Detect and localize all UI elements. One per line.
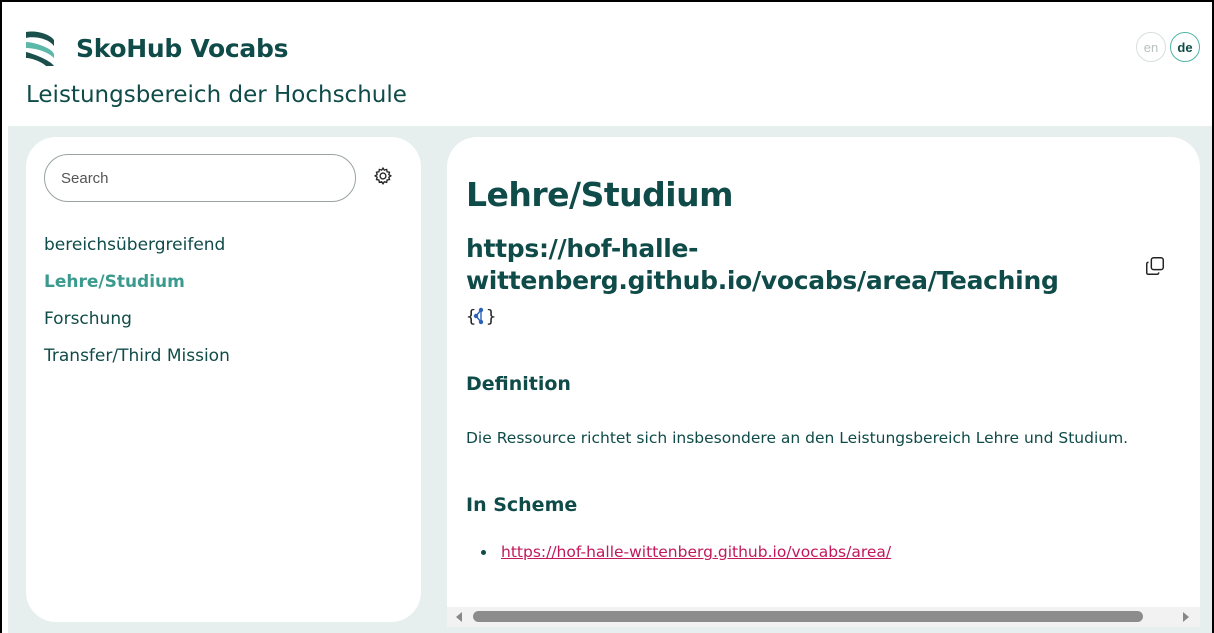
- list-item: https://hof-halle-wittenberg.github.io/v…: [497, 543, 891, 561]
- in-scheme-list: https://hof-halle-wittenberg.github.io/v…: [497, 543, 891, 561]
- scrollbar-thumb[interactable]: [473, 611, 1143, 622]
- tree-item-transfer[interactable]: Transfer/Third Mission: [44, 344, 230, 381]
- json-ld-icon[interactable]: { }: [466, 305, 496, 327]
- definition-text: Die Ressource richtet sich insbesondere …: [466, 429, 1129, 447]
- concept-uri: https://hof-halle-wittenberg.github.io/v…: [466, 234, 1059, 295]
- concept-tree: bereichsübergreifend Lehre/Studium Forsc…: [44, 233, 230, 381]
- definition-heading: Definition: [466, 373, 571, 395]
- tree-item-lehre-studium[interactable]: Lehre/Studium: [44, 270, 230, 307]
- scroll-right-icon[interactable]: [1183, 612, 1189, 622]
- scheme-link[interactable]: https://hof-halle-wittenberg.github.io/v…: [501, 543, 891, 561]
- gear-icon[interactable]: [373, 166, 393, 186]
- sidebar: bereichsübergreifend Lehre/Studium Forsc…: [26, 137, 421, 622]
- concept-panel: Lehre/Studium https://hof-halle-wittenbe…: [447, 137, 1200, 607]
- horizontal-scrollbar[interactable]: [447, 607, 1200, 627]
- skohub-logo-icon[interactable]: [24, 28, 56, 68]
- in-scheme-heading: In Scheme: [466, 494, 578, 516]
- app-header: SkoHub Vocabs: [24, 26, 288, 70]
- search-box: [44, 154, 356, 202]
- concept-title: Lehre/Studium: [466, 175, 733, 214]
- content-background-bottom: [8, 627, 1212, 633]
- tree-item-forschung[interactable]: Forschung: [44, 307, 230, 344]
- lang-de-button[interactable]: de: [1170, 32, 1200, 62]
- vocabulary-title: Leistungsbereich der Hochschule: [26, 82, 407, 108]
- language-switcher: en de: [1136, 32, 1200, 62]
- tree-item-bereichsuebergreifend[interactable]: bereichsübergreifend: [44, 233, 230, 270]
- search-input[interactable]: [45, 155, 355, 201]
- lang-en-button[interactable]: en: [1136, 32, 1166, 62]
- svg-text:}: }: [486, 307, 496, 327]
- copy-icon[interactable]: [1144, 255, 1166, 277]
- app-name[interactable]: SkoHub Vocabs: [76, 34, 288, 63]
- scroll-left-icon[interactable]: [456, 612, 462, 622]
